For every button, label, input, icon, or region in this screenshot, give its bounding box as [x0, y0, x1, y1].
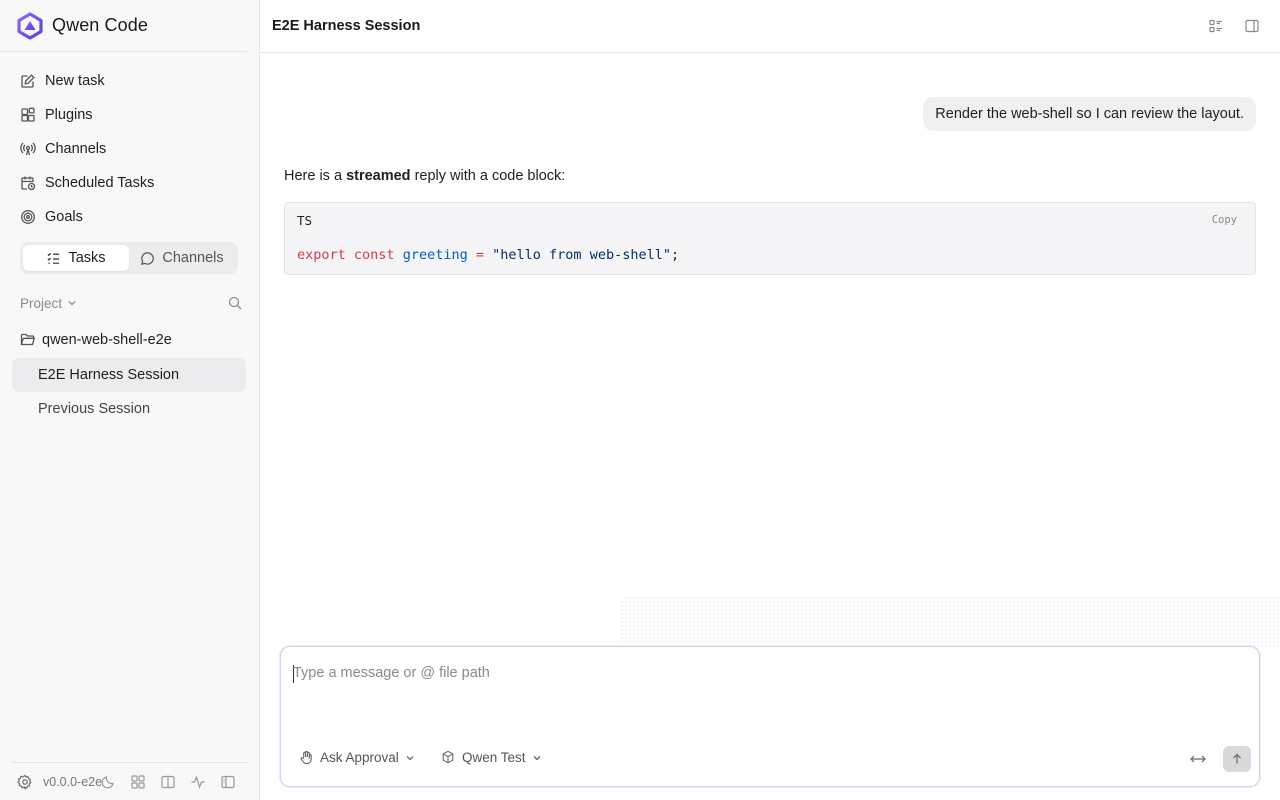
- sidebar-view-switch: Tasks Channels: [20, 242, 238, 274]
- hand-icon: [299, 750, 314, 765]
- message-list: Render the web-shell so I can review the…: [260, 97, 1280, 275]
- tab-tasks[interactable]: Tasks: [23, 245, 129, 271]
- grid-icon[interactable]: [130, 774, 146, 790]
- model-dropdown[interactable]: Qwen Test: [441, 750, 542, 765]
- assistant-text-bold: streamed: [346, 168, 411, 184]
- nav-label: Channels: [45, 141, 107, 157]
- edit-icon: [20, 73, 36, 89]
- nav-label: Goals: [45, 209, 83, 225]
- code-block: TS Copy export const greeting = "hello f…: [284, 202, 1256, 275]
- nav-label: Scheduled Tasks: [45, 175, 155, 191]
- assistant-text-prefix: Here is a: [284, 168, 347, 184]
- arrow-up-icon: [1233, 753, 1241, 764]
- version-label: v0.0.0-e2e: [43, 774, 103, 789]
- code-token-punct: ;: [670, 247, 680, 263]
- assistant-text-suffix: reply with a code block:: [410, 168, 566, 184]
- tab-channels-label: Channels: [162, 250, 224, 266]
- code-token-operator: =: [475, 247, 485, 263]
- project-folder[interactable]: qwen-web-shell-e2e: [0, 330, 259, 350]
- plugins-icon: [20, 107, 36, 123]
- main-panel: E2E Harness Session Render the web-shell…: [260, 0, 1280, 800]
- assistant-text: Here is a streamed reply with a code blo…: [284, 168, 1256, 184]
- qwen-logo-icon: [16, 11, 44, 40]
- project-folder-name: qwen-web-shell-e2e: [42, 332, 172, 348]
- cube-icon: [441, 750, 456, 765]
- nav-plugins[interactable]: Plugins: [0, 98, 259, 132]
- panel-toggle-icon[interactable]: [1244, 18, 1260, 34]
- code-token-keyword: export: [297, 247, 346, 263]
- session-label: Previous Session: [38, 401, 151, 417]
- model-label: Qwen Test: [462, 750, 526, 765]
- tab-tasks-label: Tasks: [68, 250, 106, 266]
- list-checks-icon: [46, 251, 61, 266]
- search-icon[interactable]: [228, 296, 242, 310]
- sidebar-nav: New task Plugins Channels Scheduled Task…: [0, 52, 259, 234]
- nav-goals[interactable]: Goals: [0, 200, 259, 234]
- app-window: Qwen Code New task Plugins Channels Sche…: [0, 0, 1280, 800]
- code-language-label: TS: [297, 213, 313, 228]
- folder-icon: [20, 332, 36, 348]
- project-dropdown[interactable]: Project: [20, 296, 77, 311]
- send-button[interactable]: [1223, 746, 1251, 772]
- nav-channels[interactable]: Channels: [0, 132, 259, 166]
- composer: Ask Approval Qwen Test: [280, 646, 1260, 787]
- chat-bubble-icon: [140, 251, 155, 266]
- target-icon: [20, 209, 36, 225]
- sidebar: Qwen Code New task Plugins Channels Sche…: [0, 0, 260, 800]
- chevron-down-icon: [405, 753, 415, 763]
- approval-mode-label: Ask Approval: [320, 750, 399, 765]
- nav-label: Plugins: [45, 107, 93, 123]
- session-item-active[interactable]: E2E Harness Session: [12, 358, 246, 392]
- session-label: E2E Harness Session: [38, 367, 180, 383]
- copy-code-button[interactable]: Copy: [1212, 214, 1237, 226]
- tab-channels[interactable]: Channels: [129, 245, 235, 271]
- project-label: Project: [20, 295, 63, 311]
- message-input[interactable]: [293, 665, 1193, 681]
- approval-mode-dropdown[interactable]: Ask Approval: [299, 750, 415, 765]
- sidebar-footer: v0.0.0-e2e: [12, 762, 247, 800]
- chevron-down-icon: [532, 753, 542, 763]
- activity-icon[interactable]: [190, 774, 206, 790]
- header-actions: [1208, 18, 1260, 34]
- user-message: Render the web-shell so I can review the…: [923, 97, 1256, 131]
- header: E2E Harness Session: [260, 0, 1280, 53]
- page-title: E2E Harness Session: [272, 18, 421, 34]
- split-view-icon[interactable]: [160, 774, 176, 790]
- calendar-clock-icon: [20, 175, 36, 191]
- nav-label: New task: [45, 73, 105, 89]
- assistant-message: Here is a streamed reply with a code blo…: [284, 168, 1256, 275]
- broadcast-icon: [20, 141, 36, 157]
- expand-horizontal-icon[interactable]: [1189, 752, 1207, 766]
- scroll-fade: [620, 596, 1280, 648]
- brand: Qwen Code: [0, 0, 247, 52]
- user-message-row: Render the web-shell so I can review the…: [284, 97, 1256, 131]
- code-token-keyword: const: [353, 247, 395, 263]
- nav-new-task[interactable]: New task: [0, 64, 259, 98]
- code-token-string: "hello from web-shell": [492, 247, 671, 263]
- session-item[interactable]: Previous Session: [12, 392, 246, 426]
- sidebar-toggle-icon[interactable]: [220, 774, 236, 790]
- code-line: export const greeting = "hello from web-…: [297, 247, 679, 263]
- code-token-name: greeting: [402, 247, 468, 263]
- moon-icon[interactable]: [100, 774, 116, 790]
- nav-scheduled-tasks[interactable]: Scheduled Tasks: [0, 166, 259, 200]
- app-title: Qwen Code: [52, 15, 148, 35]
- settings-gear-icon[interactable]: [17, 774, 33, 790]
- project-header: Project: [0, 293, 259, 313]
- task-list-icon[interactable]: [1208, 18, 1224, 34]
- chevron-down-icon: [68, 301, 76, 306]
